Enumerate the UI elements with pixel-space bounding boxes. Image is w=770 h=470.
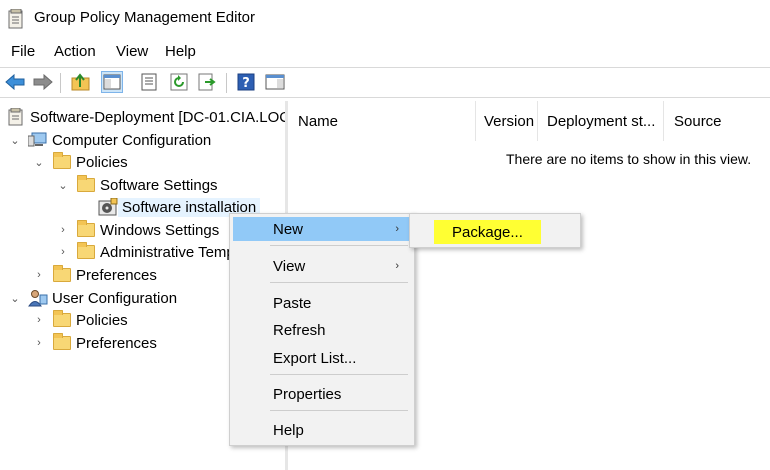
tree-root-label: Software-Deployment [DC-01.CIA.LOCA	[30, 108, 301, 126]
menu-item-label: Export List...	[273, 349, 357, 367]
svg-text:?: ?	[242, 76, 250, 91]
tree-label: Windows Settings	[100, 221, 220, 239]
menu-item-label: New	[273, 220, 304, 238]
column-header-deployment-state[interactable]: Deployment st...	[538, 101, 664, 141]
context-menu-new[interactable]: New ›	[233, 217, 411, 241]
tree-item-policies[interactable]: ⌄ Policies	[32, 151, 128, 173]
chevron-down-icon[interactable]: ⌄	[56, 178, 70, 192]
users-icon	[28, 289, 48, 307]
new-submenu: Package...	[409, 213, 581, 248]
chevron-right-icon[interactable]: ›	[32, 313, 46, 327]
folder-icon	[76, 175, 96, 194]
menu-item-label: Properties	[273, 385, 342, 403]
tree-item-user-configuration[interactable]: ⌄ User Configuration	[8, 287, 177, 309]
tree-label: Policies	[76, 311, 128, 329]
tree-label: Computer Configuration	[52, 131, 212, 149]
submenu-package[interactable]: Package...	[434, 220, 541, 244]
chevron-right-icon[interactable]: ›	[56, 223, 70, 237]
computer-icon	[28, 131, 48, 149]
menu-bar: File Action View Help	[0, 40, 770, 64]
tree-label: Software Settings	[100, 176, 218, 194]
column-header-name[interactable]: Name	[288, 101, 476, 141]
help-icon[interactable]: ?	[235, 71, 257, 93]
back-arrow-icon[interactable]	[4, 71, 26, 93]
context-menu-view[interactable]: View ›	[233, 254, 411, 278]
menu-file[interactable]: File	[11, 43, 35, 60]
folder-icon	[76, 220, 96, 239]
forward-arrow-icon[interactable]	[32, 71, 54, 93]
menu-help[interactable]: Help	[165, 43, 196, 60]
tree-label: Policies	[76, 153, 128, 171]
properties-icon[interactable]	[138, 71, 160, 93]
context-menu-paste[interactable]: Paste	[233, 291, 411, 315]
chevron-right-icon[interactable]: ›	[32, 268, 46, 282]
chevron-right-icon[interactable]: ›	[56, 245, 70, 259]
column-header-version[interactable]: Version	[476, 101, 538, 141]
tree-item-windows-settings[interactable]: › Windows Settings	[56, 219, 219, 241]
tree-root-gpo[interactable]: Software-Deployment [DC-01.CIA.LOCA	[6, 106, 300, 128]
chevron-down-icon[interactable]: ⌄	[32, 155, 46, 169]
empty-list-message: There are no items to show in this view.	[506, 151, 752, 167]
gpo-editor-icon	[8, 8, 24, 29]
chevron-right-icon: ›	[395, 223, 399, 235]
menu-action[interactable]: Action	[54, 43, 96, 60]
folder-icon	[52, 265, 72, 284]
export-list-icon[interactable]	[196, 71, 218, 93]
folder-icon	[52, 333, 72, 352]
tree-item-user-preferences[interactable]: › Preferences	[32, 332, 157, 354]
context-menu-refresh[interactable]: Refresh	[233, 318, 411, 342]
context-menu-export-list[interactable]: Export List...	[233, 346, 411, 370]
tree-label: User Configuration	[52, 289, 178, 307]
menu-item-label: Refresh	[273, 321, 326, 339]
show-action-pane-icon[interactable]	[264, 71, 286, 93]
chevron-right-icon: ›	[395, 260, 399, 272]
show-hide-tree-icon[interactable]	[101, 71, 123, 93]
menu-item-label: Paste	[273, 294, 312, 312]
menu-view[interactable]: View	[116, 43, 148, 60]
folder-icon	[52, 152, 72, 171]
tree-item-computer-configuration[interactable]: ⌄ Computer Configuration	[8, 129, 211, 151]
context-menu: New › View › Paste Refresh Export List..…	[229, 213, 415, 446]
column-header-source[interactable]: Source	[664, 101, 770, 141]
tree-label: Preferences	[76, 334, 157, 352]
context-menu-help[interactable]: Help	[233, 418, 411, 442]
context-menu-properties[interactable]: Properties	[233, 382, 411, 406]
refresh-icon[interactable]	[168, 71, 190, 93]
toolbar: ?	[0, 67, 770, 98]
tree-label: Administrative Temp	[100, 243, 235, 261]
software-installation-icon	[98, 198, 118, 216]
tree-item-software-settings[interactable]: ⌄ Software Settings	[56, 174, 218, 196]
menu-item-label: Help	[273, 421, 304, 439]
folder-icon	[76, 242, 96, 261]
gpo-document-icon	[6, 108, 26, 126]
chevron-down-icon[interactable]: ⌄	[8, 291, 22, 305]
tree-item-preferences[interactable]: › Preferences	[32, 264, 157, 286]
up-folder-icon[interactable]	[70, 71, 92, 93]
tree-label: Preferences	[76, 266, 157, 284]
folder-icon	[52, 310, 72, 329]
menu-item-label: View	[273, 257, 306, 275]
tree-item-administrative-templates[interactable]: › Administrative Temp	[56, 241, 235, 263]
title-bar: Group Policy Management Editor	[0, 0, 770, 38]
window-title: Group Policy Management Editor	[34, 9, 255, 26]
tree-item-user-policies[interactable]: › Policies	[32, 309, 128, 331]
chevron-right-icon[interactable]: ›	[32, 336, 46, 350]
chevron-down-icon[interactable]: ⌄	[8, 133, 22, 147]
